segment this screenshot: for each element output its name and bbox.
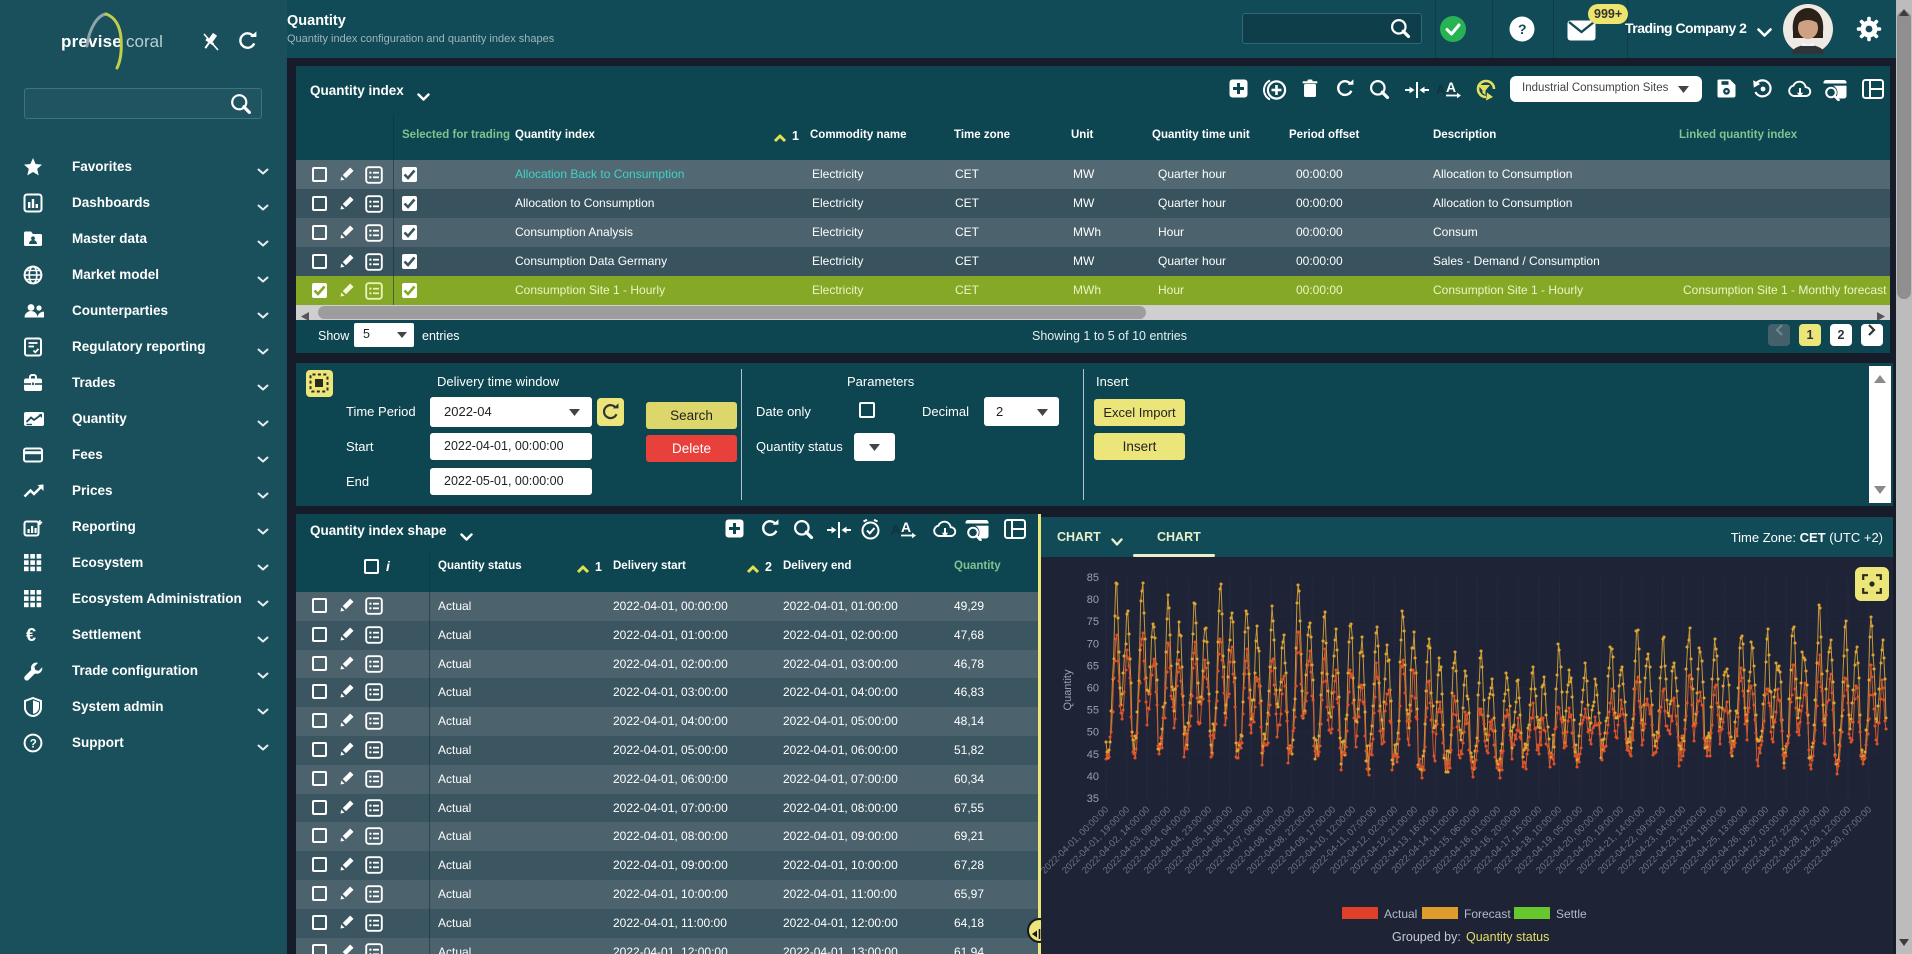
svg-text:A: A [891, 522, 901, 537]
svg-text:55: 55 [1087, 705, 1099, 717]
svg-text:A: A [901, 519, 911, 535]
svg-text:40: 40 [1087, 771, 1099, 783]
svg-text:?: ? [1518, 21, 1527, 37]
svg-text:85: 85 [1087, 572, 1099, 584]
svg-text:50: 50 [1087, 727, 1099, 739]
svg-text:75: 75 [1087, 616, 1099, 628]
svg-text:35: 35 [1087, 793, 1099, 805]
svg-text:A: A [1446, 79, 1456, 95]
svg-text:Quantity: Quantity [1062, 669, 1074, 710]
svg-text:45: 45 [1087, 749, 1099, 761]
svg-text:65: 65 [1087, 660, 1099, 672]
svg-text:A: A [1436, 82, 1446, 97]
svg-text:?: ? [30, 738, 37, 750]
svg-text:70: 70 [1087, 638, 1099, 650]
svg-text:80: 80 [1087, 594, 1099, 606]
svg-text:€: € [26, 625, 36, 645]
svg-text:60: 60 [1087, 683, 1099, 695]
